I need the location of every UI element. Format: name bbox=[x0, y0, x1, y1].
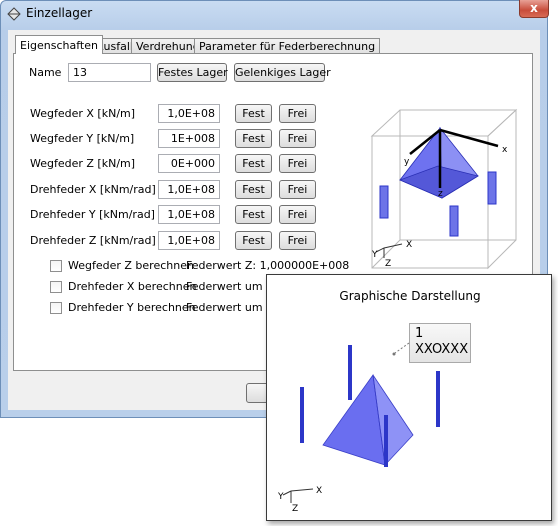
close-button[interactable]: x bbox=[519, 0, 549, 18]
spring-label: Drehfeder X [kNm/rad] bbox=[30, 183, 156, 196]
support-preview-3d: x y z X Y Z bbox=[360, 108, 530, 278]
calc-checkbox-label[interactable]: Wegfeder Z berechnen bbox=[68, 259, 194, 272]
callout-triad-z: Z bbox=[292, 504, 298, 514]
name-label: Name bbox=[29, 66, 62, 79]
calc-result-text: Federwert Z: 1,000000E+008 bbox=[186, 259, 350, 272]
spring-value-input[interactable]: 0E+000 bbox=[158, 154, 220, 173]
name-input[interactable]: 13 bbox=[68, 63, 151, 82]
window-title: Einzellager bbox=[26, 6, 93, 20]
frei-button[interactable]: Frei bbox=[279, 129, 316, 148]
fest-button[interactable]: Fest bbox=[235, 180, 272, 199]
calc-checkbox-label[interactable]: Drehfeder Y berechnen bbox=[68, 301, 196, 314]
calc-checkbox[interactable] bbox=[50, 260, 62, 272]
preview-triad-x: X bbox=[406, 240, 412, 250]
gelenkiges-lager-button[interactable]: Gelenkiges Lager bbox=[234, 63, 331, 82]
frei-button[interactable]: Frei bbox=[279, 154, 316, 173]
spring-label: Drehfeder Y [kNm/rad] bbox=[30, 208, 155, 221]
tab-eigenschaften[interactable]: Eigenschaften bbox=[15, 35, 103, 54]
calc-checkbox[interactable] bbox=[50, 302, 62, 314]
fest-button[interactable]: Fest bbox=[235, 231, 272, 250]
preview-axis-y: y bbox=[404, 157, 410, 167]
fest-button[interactable]: Fest bbox=[235, 205, 272, 224]
fest-button[interactable]: Fest bbox=[235, 129, 272, 148]
calc-checkbox-label[interactable]: Drehfeder X berechnen bbox=[68, 280, 196, 293]
preview-axis-x: x bbox=[502, 145, 508, 155]
fest-button[interactable]: Fest bbox=[235, 154, 272, 173]
spring-value-input[interactable]: 1,0E+08 bbox=[158, 231, 220, 250]
spring-label: Wegfeder Z [kN/m] bbox=[30, 157, 136, 170]
spring-value-input[interactable]: 1,0E+08 bbox=[158, 205, 220, 224]
spring-label: Wegfeder X [kN/m] bbox=[30, 107, 136, 120]
fest-button[interactable]: Fest bbox=[235, 104, 272, 123]
frei-button[interactable]: Frei bbox=[279, 104, 316, 123]
frei-button[interactable]: Frei bbox=[279, 205, 316, 224]
graphic-callout-panel: Graphische Darstellung 1 XXOXXX X Y Z bbox=[266, 274, 552, 521]
spring-label: Wegfeder Y [kN/m] bbox=[30, 132, 135, 145]
frei-button[interactable]: Frei bbox=[279, 231, 316, 250]
calc-checkbox[interactable] bbox=[50, 281, 62, 293]
festes-lager-button[interactable]: Festes Lager bbox=[157, 63, 228, 82]
spring-label: Drehfeder Z [kNm/rad] bbox=[30, 234, 156, 247]
preview-axis-z: z bbox=[438, 189, 443, 199]
spring-value-input[interactable]: 1,0E+08 bbox=[158, 180, 220, 199]
spring-value-input[interactable]: 1E+008 bbox=[158, 129, 220, 148]
spring-value-input[interactable]: 1,0E+08 bbox=[158, 104, 220, 123]
callout-triad-x: X bbox=[316, 486, 322, 496]
preview-triad-y: Y bbox=[371, 250, 378, 260]
callout-triad-y: Y bbox=[277, 492, 284, 502]
preview-triad-z: Z bbox=[385, 259, 391, 269]
app-icon bbox=[7, 7, 21, 21]
tab-parameter-federberechnung[interactable]: Parameter für Federberechnung bbox=[194, 38, 381, 54]
frei-button[interactable]: Frei bbox=[279, 180, 316, 199]
